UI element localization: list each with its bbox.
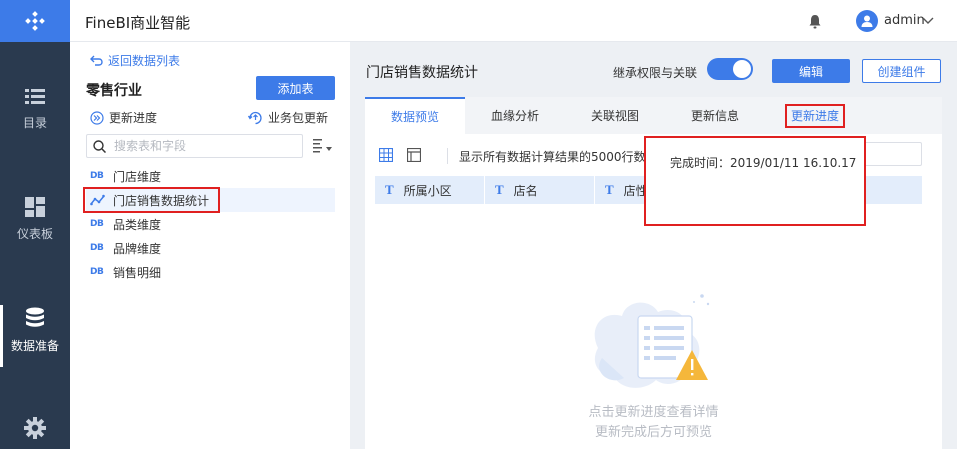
empty-state-line2: 更新完成后方可预览 — [594, 425, 712, 440]
toggle-knob — [733, 60, 751, 78]
chevron-down-icon[interactable] — [922, 14, 934, 26]
db-table-icon: DB — [90, 243, 104, 253]
table-grid-icon[interactable] — [379, 148, 393, 162]
dashboard-icon — [25, 197, 45, 217]
layout-icon[interactable] — [407, 148, 421, 162]
list-item[interactable]: DB 品类维度 — [86, 212, 335, 236]
tab-data-preview[interactable]: 数据预览 — [365, 97, 465, 134]
package-update-label: 业务包更新 — [268, 111, 329, 125]
app-logo[interactable] — [0, 0, 70, 42]
list-item[interactable]: DB 品牌维度 — [86, 236, 335, 260]
tab-lineage[interactable]: 血缘分析 — [465, 97, 565, 134]
package-update-button[interactable]: 业务包更新 — [248, 109, 328, 126]
package-name: 零售行业 — [86, 83, 142, 99]
table-panel: 返回数据列表 零售行业 添加表 更新进度 业务包更新 搜索表和字段 DB 门店维… — [70, 42, 350, 449]
db-table-icon: DB — [90, 267, 104, 277]
top-header: FineBI商业智能 admin — [70, 0, 957, 42]
nav-item-label: 目录 — [22, 116, 47, 130]
table-label: 品牌维度 — [113, 241, 162, 256]
gear-icon — [24, 417, 46, 439]
list-item[interactable]: DB 销售明细 — [86, 260, 335, 284]
inherit-label: 继承权限与关联 — [613, 66, 698, 80]
database-icon — [26, 307, 44, 327]
table-label: 销售明细 — [113, 265, 162, 280]
column-label: 店名 — [513, 183, 538, 198]
update-progress-label: 更新进度 — [109, 111, 158, 125]
tab-bar: 数据预览 血缘分析 关联视图 更新信息 更新进度 — [365, 97, 942, 134]
search-icon — [93, 139, 106, 153]
update-progress-popup: 完成时间：2019/01/11 16.10.17 — [644, 136, 866, 226]
highlight-box — [83, 187, 220, 213]
page-title: 门店销售数据统计 — [366, 65, 478, 81]
back-link-label: 返回数据列表 — [108, 54, 181, 68]
empty-state-illustration — [594, 294, 710, 388]
column-label: 所属小区 — [403, 183, 452, 198]
list-item[interactable]: DB 门店维度 — [86, 164, 335, 188]
app-title: FineBI商业智能 — [85, 14, 191, 32]
back-to-list-link[interactable]: 返回数据列表 — [90, 52, 180, 69]
tab-relation-view[interactable]: 关联视图 — [565, 97, 665, 134]
tab-update-info[interactable]: 更新信息 — [665, 97, 765, 134]
fast-forward-icon — [90, 110, 104, 125]
highlight-box — [785, 104, 845, 128]
user-name[interactable]: admin — [884, 13, 925, 28]
logo-icon — [25, 11, 45, 31]
table-label: 门店维度 — [113, 169, 162, 184]
side-nav: 目录 仪表板 数据准备 — [0, 0, 70, 449]
preview-info-text: 显示所有数据计算结果的5000行数 — [459, 150, 646, 164]
text-type-icon: T — [495, 182, 504, 197]
add-table-button[interactable]: 添加表 — [256, 76, 335, 100]
nav-item-label: 仪表板 — [16, 227, 53, 241]
list-icon — [25, 89, 45, 104]
avatar[interactable] — [856, 10, 878, 32]
empty-state-line1: 点击更新进度查看详情 — [588, 405, 719, 420]
return-arrow-icon — [90, 55, 103, 66]
create-component-button[interactable]: 创建组件 — [862, 59, 941, 83]
db-table-icon: DB — [90, 171, 104, 181]
table-label: 品类维度 — [113, 217, 162, 232]
completion-time-text: 完成时间：2019/01/11 16.10.17 — [670, 156, 857, 170]
refresh-icon — [248, 111, 262, 124]
table-list: DB 门店维度 门店销售数据统计 DB 品类维度 DB 品牌维度 DB 销售明细 — [86, 164, 335, 284]
view-switcher — [379, 148, 421, 162]
user-icon — [861, 15, 873, 27]
column-header[interactable]: T 店名 — [485, 176, 595, 204]
divider — [447, 148, 448, 164]
nav-item-catalog[interactable]: 目录 — [0, 88, 70, 131]
edit-button[interactable]: 编辑 — [772, 59, 850, 83]
column-header[interactable]: T 所属小区 — [375, 176, 485, 204]
bell-icon[interactable] — [808, 14, 822, 29]
search-input[interactable] — [114, 139, 294, 153]
sort-icon[interactable] — [313, 138, 333, 156]
search-field[interactable] — [86, 134, 303, 158]
text-type-icon: T — [605, 182, 614, 197]
nav-item-data-prep[interactable]: 数据准备 — [0, 307, 70, 354]
nav-item-settings[interactable] — [0, 417, 70, 439]
inherit-toggle[interactable] — [707, 58, 753, 80]
field-filter-box[interactable] — [862, 142, 922, 166]
db-table-icon: DB — [90, 219, 104, 229]
nav-item-label: 数据准备 — [10, 339, 59, 353]
nav-item-dashboard[interactable]: 仪表板 — [0, 197, 70, 242]
text-type-icon: T — [385, 182, 394, 197]
update-progress-button[interactable]: 更新进度 — [90, 109, 157, 126]
